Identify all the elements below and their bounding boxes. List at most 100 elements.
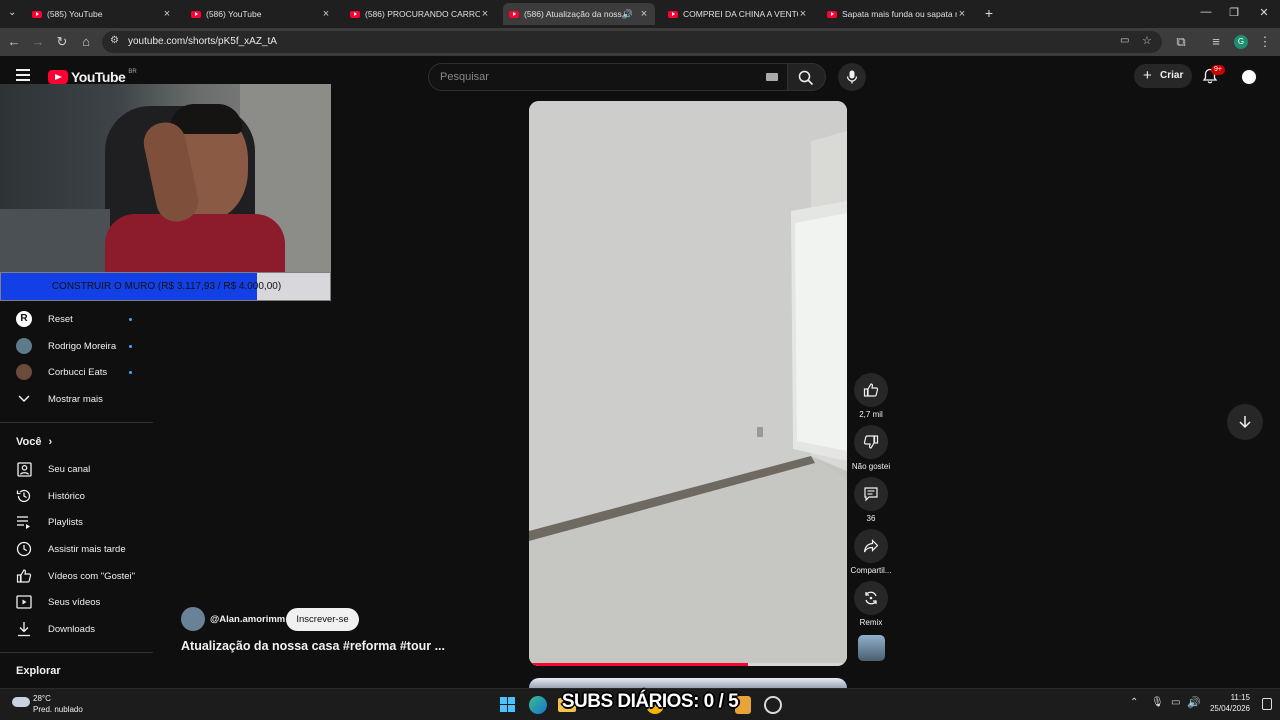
sidebar-item-playlists[interactable]: Playlists [0, 509, 152, 535]
browser-tab[interactable]: (586) PROCURANDO CARRO DE × [344, 3, 496, 25]
tab-title: Sapata mais funda ou sapata m [842, 9, 957, 19]
video-progress-track[interactable] [529, 663, 847, 666]
taskbar-app-icon[interactable] [764, 696, 782, 714]
dislike-button[interactable] [854, 425, 888, 459]
account-avatar[interactable] [1239, 67, 1259, 87]
channel-avatar[interactable] [181, 607, 205, 631]
tab-close-icon[interactable]: × [957, 8, 967, 20]
browser-menu-icon[interactable]: ⋮ [1256, 33, 1274, 51]
youtube-play-logo-icon [48, 70, 68, 84]
youtube-favicon-icon [191, 10, 201, 18]
sidebar-item-liked-videos[interactable]: Vídeos com "Gostei" [0, 563, 152, 589]
sidebar-show-more[interactable]: Mostrar mais [0, 386, 152, 412]
channel-avatar [16, 338, 32, 354]
comments-button[interactable] [854, 477, 888, 511]
new-content-dot [129, 370, 132, 374]
notifications-button[interactable]: 9+ [1202, 65, 1225, 86]
site-info-icon[interactable]: ⚙ [110, 35, 119, 46]
browser-tab[interactable]: Sapata mais funda ou sapata m × [821, 3, 973, 25]
playlists-icon [16, 514, 32, 530]
like-button[interactable] [854, 373, 888, 407]
video-frame-room [529, 101, 847, 666]
voice-search-button[interactable] [838, 63, 866, 91]
sidebar-item-history[interactable]: Histórico [0, 483, 152, 509]
tray-chevron-icon[interactable]: ⌃ [1130, 697, 1138, 708]
browser-tab[interactable]: (585) YouTube × [26, 3, 178, 25]
subscribe-button[interactable]: Inscrever-se [286, 608, 359, 631]
sidebar-item-your-videos[interactable]: Seus vídeos [0, 589, 152, 615]
search-input[interactable]: Pesquisar [428, 63, 788, 91]
section-heading: Você [16, 436, 42, 448]
new-content-dot [129, 317, 132, 321]
create-button[interactable]: + Criar [1134, 64, 1192, 88]
browser-tab[interactable]: (586) YouTube × [185, 3, 337, 25]
chevron-right-icon: › [48, 436, 53, 448]
sidebar-subscription-corbucci-eats[interactable]: Corbucci Eats [0, 359, 152, 385]
clock-time[interactable]: 11:15 [1208, 693, 1250, 702]
tab-close-icon[interactable]: × [798, 8, 808, 20]
stream-overlay-daily-subs: SUBS DIÁRIOS: 0 / 5 [561, 691, 739, 712]
keyboard-icon[interactable] [766, 73, 778, 81]
tab-close-icon[interactable]: × [480, 8, 490, 20]
webcam-bed [0, 209, 110, 274]
next-short-preview[interactable] [529, 678, 847, 688]
weather-widget[interactable]: 28°C Pred. nublado [10, 692, 110, 718]
forward-icon[interactable]: → [29, 33, 47, 51]
channel-avatar: R [16, 311, 32, 327]
tab-close-icon[interactable]: × [162, 8, 172, 20]
speaker-icon[interactable]: 🔊 [622, 9, 633, 20]
close-window-icon[interactable]: ✕ [1254, 6, 1274, 19]
tab-title: COMPREI DA CHINA A VENTOI [683, 9, 798, 19]
remix-button[interactable] [854, 581, 888, 615]
tab-title: (586) PROCURANDO CARRO DE [365, 9, 480, 19]
volume-icon[interactable]: 🔊 [1187, 696, 1201, 709]
new-tab-button[interactable]: + [980, 4, 998, 22]
next-short-button[interactable] [1227, 404, 1263, 440]
liked-icon [16, 568, 32, 584]
sidebar-subscription-rodrigo-moreira[interactable]: Rodrigo Moreira [0, 333, 152, 359]
bookmark-star-icon[interactable]: ☆ [1142, 34, 1152, 47]
media-control-icon[interactable]: ≡ [1207, 33, 1225, 51]
short-video-player[interactable] [529, 101, 847, 666]
edge-app-icon[interactable] [529, 696, 547, 714]
sidebar-item-downloads[interactable]: Downloads [0, 616, 152, 642]
sidebar-item-watch-later[interactable]: Assistir mais tarde [0, 536, 152, 562]
channel-name[interactable]: @Alan.amorimm [210, 614, 285, 625]
menu-hamburger-icon[interactable] [16, 69, 30, 81]
address-bar[interactable]: ⚙ youtube.com/shorts/pK5f_xAZ_tA ▭ ☆ [102, 31, 1162, 53]
search-button[interactable] [788, 63, 826, 91]
notification-center-icon[interactable] [1262, 698, 1272, 710]
sidebar-section-you[interactable]: Você › [16, 436, 52, 448]
back-icon[interactable]: ← [5, 33, 23, 51]
browser-tab-strip: ⌄ (585) YouTube × (586) YouTube × (586) … [0, 0, 1280, 28]
browser-tab[interactable]: COMPREI DA CHINA A VENTOI × [662, 3, 814, 25]
restore-icon[interactable]: ❐ [1224, 6, 1244, 19]
goal-progress-bar: CONSTRUIR O MURO (R$ 3.117,93 / R$ 4.000… [0, 272, 331, 301]
cast-icon[interactable]: ▭ [1120, 35, 1129, 46]
tab-close-icon[interactable]: × [321, 8, 331, 20]
reload-icon[interactable]: ↻ [53, 33, 71, 51]
sidebar-item-label: Assistir mais tarde [48, 543, 126, 555]
sidebar-item-your-channel[interactable]: Seu canal [0, 456, 152, 482]
sidebar-subscription-reset[interactable]: R Reset [0, 306, 152, 332]
chevron-down-icon [16, 391, 32, 407]
sidebar-item-label: Seu canal [48, 463, 91, 475]
share-button[interactable] [854, 529, 888, 563]
remix-icon [865, 591, 877, 605]
network-icon[interactable]: ▭ [1171, 697, 1180, 708]
youtube-favicon-icon [350, 10, 360, 18]
search-placeholder: Pesquisar [440, 71, 489, 83]
start-button[interactable] [500, 697, 516, 713]
sound-thumbnail[interactable] [858, 635, 885, 661]
tab-title: (586) Atualização da nossa [524, 9, 622, 19]
tab-search-chevron-icon[interactable]: ⌄ [8, 7, 16, 18]
profile-avatar[interactable]: G [1234, 35, 1248, 49]
minimize-icon[interactable]: — [1196, 6, 1216, 18]
extensions-icon[interactable]: ⧉ [1172, 33, 1190, 51]
tray-mic-icon[interactable]: 🎙 [1151, 697, 1164, 708]
clock-date[interactable]: 25/04/2026 [1200, 704, 1250, 713]
tab-close-icon[interactable]: × [639, 8, 649, 20]
browser-tab-active[interactable]: (586) Atualização da nossa 🔊 × [503, 3, 655, 25]
home-icon[interactable]: ⌂ [77, 33, 95, 51]
short-title[interactable]: Atualização da nossa casa #reforma #tour… [181, 639, 445, 653]
